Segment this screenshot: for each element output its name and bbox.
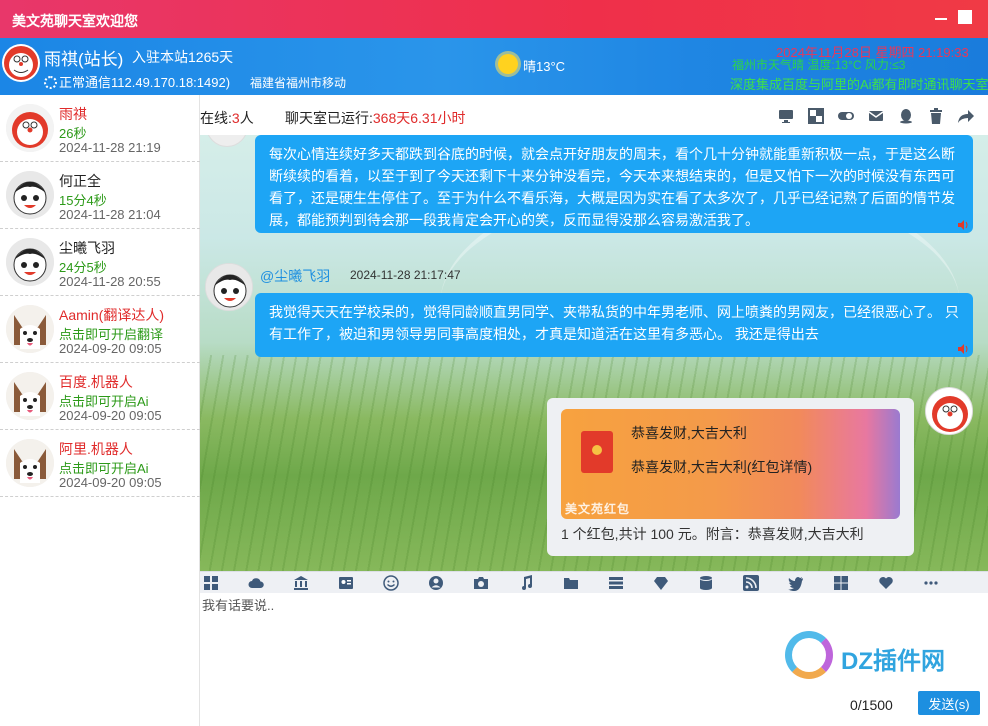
title-bar: 美文苑聊天室欢迎您	[0, 0, 988, 38]
user-login-date: 2024-09-20 09:05	[59, 341, 162, 356]
red-packet-greeting: 恭喜发财,大吉大利	[631, 425, 747, 441]
dz-logo-icon	[785, 631, 833, 679]
online-user-list: 雨祺 26秒 2024-11-28 21:19 何正全 15分4秒 2024-1…	[0, 95, 200, 726]
red-packet-note: 1 个红包,共计 100 元。附言：恭喜发财,大吉大利	[561, 526, 864, 542]
location-text: 福建省福州市移动	[250, 76, 347, 90]
connection-text: 正常通信112.49.170.18:1492)	[59, 75, 231, 90]
husky-avatar	[6, 372, 54, 420]
maximize-button[interactable]	[958, 10, 972, 24]
speaker-icon[interactable]	[957, 343, 969, 355]
online-number: 3	[231, 110, 240, 126]
cartoon-boy-avatar	[6, 238, 54, 286]
camera-icon[interactable]	[473, 575, 489, 591]
bank-icon[interactable]	[293, 575, 309, 591]
connection-status: 正常通信112.49.170.18:1492)	[44, 72, 230, 91]
database-icon[interactable]	[698, 575, 714, 591]
minimize-button[interactable]	[934, 10, 948, 24]
red-packet-message: 恭喜发财,大吉大利 恭喜发财,大吉大利(红包详情) 美文苑红包 1 个红包,共计…	[547, 398, 914, 556]
monitor-icon[interactable]	[778, 108, 794, 124]
doraemon-avatar[interactable]	[2, 44, 40, 82]
share-icon[interactable]	[958, 108, 974, 124]
weather-detail: 福州市天气晴 温度:13°C 风力:≤3	[732, 58, 906, 72]
red-packet-detail-link[interactable]: 恭喜发财,大吉大利(红包详情)	[631, 457, 812, 477]
window-title: 美文苑聊天室欢迎您	[12, 13, 138, 29]
qq-icon[interactable]	[898, 108, 914, 124]
user-login-date: 2024-09-20 09:05	[59, 475, 162, 490]
weather-short: 晴13°C	[523, 59, 566, 74]
char-counter: 0/1500	[850, 697, 893, 713]
message-sender[interactable]: @尘曦飞羽	[260, 266, 330, 286]
send-button[interactable]: 发送(s)	[918, 691, 980, 715]
ad-marquee: 深度集成百度与阿里的Ai都有即时通讯聊天室	[730, 77, 988, 92]
user-header: 雨祺(站长) 入驻本站1265天 正常通信112.49.170.18:1492)…	[0, 38, 988, 95]
music-icon[interactable]	[518, 575, 534, 591]
sun-icon	[498, 54, 518, 74]
current-username[interactable]: 雨祺(站长)	[44, 45, 123, 70]
online-label: 在线:	[200, 110, 232, 126]
chat-message-area[interactable]: 在线:3人 聊天室已运行:368天6.31小时 每次心情连续好多天都跌到谷底的时…	[200, 95, 988, 571]
message-text: 每次心情连续好多天都跌到谷底的时候，就会点开好朋友的周末，看个几十分钟就能重新积…	[269, 146, 955, 228]
server-icon[interactable]	[608, 575, 624, 591]
husky-avatar	[6, 439, 54, 487]
rss-icon[interactable]	[743, 575, 759, 591]
husky-avatar	[6, 305, 54, 353]
user-login-date: 2024-11-28 21:19	[59, 140, 161, 155]
user-name: Aamin(翻译达人)	[59, 307, 165, 323]
watermark-text: DZ插件网	[841, 648, 945, 675]
toggle-icon[interactable]	[838, 108, 854, 124]
join-info: 入驻本站1265天	[132, 49, 234, 65]
watermark: DZ插件网	[785, 623, 975, 693]
runtime-info: 聊天室已运行:368天6.31小时	[285, 108, 466, 128]
layout-icon[interactable]	[808, 108, 824, 124]
chat-status-bar: 在线:3人 聊天室已运行:368天6.31小时	[200, 95, 988, 135]
user-login-date: 2024-09-20 09:05	[59, 408, 162, 423]
user-name: 阿里.机器人	[59, 441, 133, 457]
red-envelope-icon	[581, 431, 613, 473]
doraemon-avatar	[6, 104, 54, 152]
message-text: 我觉得天天在学校呆的，觉得同龄顺直男同学、夹带私货的中年男老师、网上喷粪的男网友…	[269, 304, 959, 342]
list-item[interactable]: 雨祺 26秒 2024-11-28 21:19	[0, 95, 200, 162]
message-input-panel: DZ插件网 0/1500 发送(s)	[200, 593, 988, 726]
input-toolbar	[200, 571, 988, 593]
runtime-label: 聊天室已运行:	[285, 110, 373, 126]
message-bubble: 每次心情连续好多天都跌到谷底的时候，就会点开好朋友的周末，看个几十分钟就能重新积…	[255, 135, 973, 233]
emoji-icon[interactable]	[383, 575, 399, 591]
list-item[interactable]: 何正全 15分4秒 2024-11-28 21:04	[0, 162, 200, 229]
heart-icon[interactable]	[878, 575, 894, 591]
diamond-icon[interactable]	[653, 575, 669, 591]
red-packet-brand: 美文苑红包	[565, 502, 631, 516]
apps-icon[interactable]	[203, 575, 219, 591]
windows-icon[interactable]	[833, 575, 849, 591]
cartoon-boy-avatar[interactable]	[205, 263, 253, 311]
user-login-date: 2024-11-28 21:04	[59, 207, 161, 222]
twitter-icon[interactable]	[788, 575, 804, 592]
message-bubble: 我觉得天天在学校呆的，觉得同龄顺直男同学、夹带私货的中年男老师、网上喷粪的男网友…	[255, 293, 973, 357]
user-name: 百度.机器人	[59, 374, 133, 390]
message-time: 2024-11-28 21:17:47	[350, 268, 461, 282]
folder-icon[interactable]	[563, 575, 579, 591]
list-item[interactable]: 阿里.机器人 点击即可开启Ai 2024-09-20 09:05	[0, 430, 200, 497]
cloud-icon[interactable]	[248, 575, 264, 591]
online-count: 在线:3人	[200, 108, 254, 128]
user-name: 雨祺	[59, 106, 87, 122]
user-login-date: 2024-11-28 20:55	[59, 274, 161, 289]
user-circle-icon[interactable]	[428, 575, 444, 591]
list-item[interactable]: 百度.机器人 点击即可开启Ai 2024-09-20 09:05	[0, 363, 200, 430]
speaker-icon[interactable]	[957, 219, 969, 231]
loading-icon	[44, 76, 57, 89]
id-card-icon[interactable]	[338, 575, 354, 591]
red-packet-card[interactable]: 恭喜发财,大吉大利 恭喜发财,大吉大利(红包详情) 美文苑红包	[561, 409, 900, 519]
mail-icon[interactable]	[868, 108, 884, 124]
list-item[interactable]: Aamin(翻译达人) 点击即可开启翻译 2024-09-20 09:05	[0, 296, 200, 363]
cartoon-boy-avatar	[6, 171, 54, 219]
trash-icon[interactable]	[928, 108, 944, 124]
user-name: 何正全	[59, 173, 101, 189]
list-item[interactable]: 尘曦飞羽 24分5秒 2024-11-28 20:55	[0, 229, 200, 296]
online-unit: 人	[239, 110, 254, 126]
doraemon-avatar[interactable]	[925, 387, 973, 435]
user-name: 尘曦飞羽	[59, 240, 115, 256]
runtime-value: 368天6.31小时	[372, 110, 466, 126]
more-icon[interactable]	[923, 575, 939, 591]
